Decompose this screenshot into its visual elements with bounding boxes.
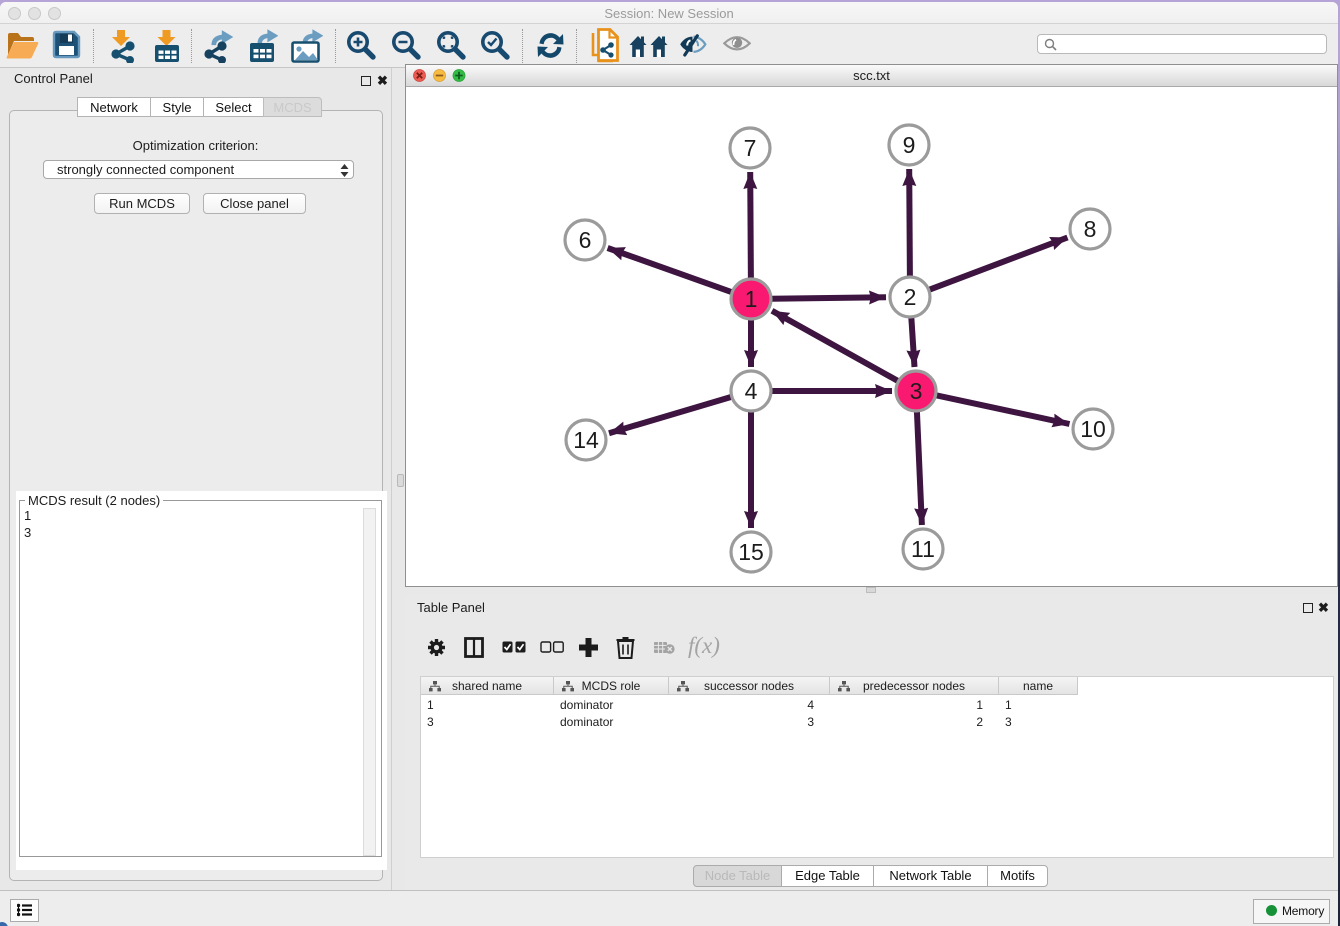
svg-text:7: 7 [744, 135, 757, 161]
svg-text:14: 14 [573, 427, 599, 453]
svg-text:4: 4 [745, 378, 758, 404]
svg-text:15: 15 [738, 539, 764, 565]
svg-text:1: 1 [745, 286, 758, 312]
svg-text:8: 8 [1084, 216, 1097, 242]
svg-text:11: 11 [911, 536, 935, 562]
svg-text:9: 9 [903, 132, 916, 158]
svg-text:3: 3 [910, 378, 923, 404]
svg-text:10: 10 [1080, 416, 1106, 442]
svg-text:6: 6 [579, 227, 592, 253]
svg-text:2: 2 [904, 284, 917, 310]
